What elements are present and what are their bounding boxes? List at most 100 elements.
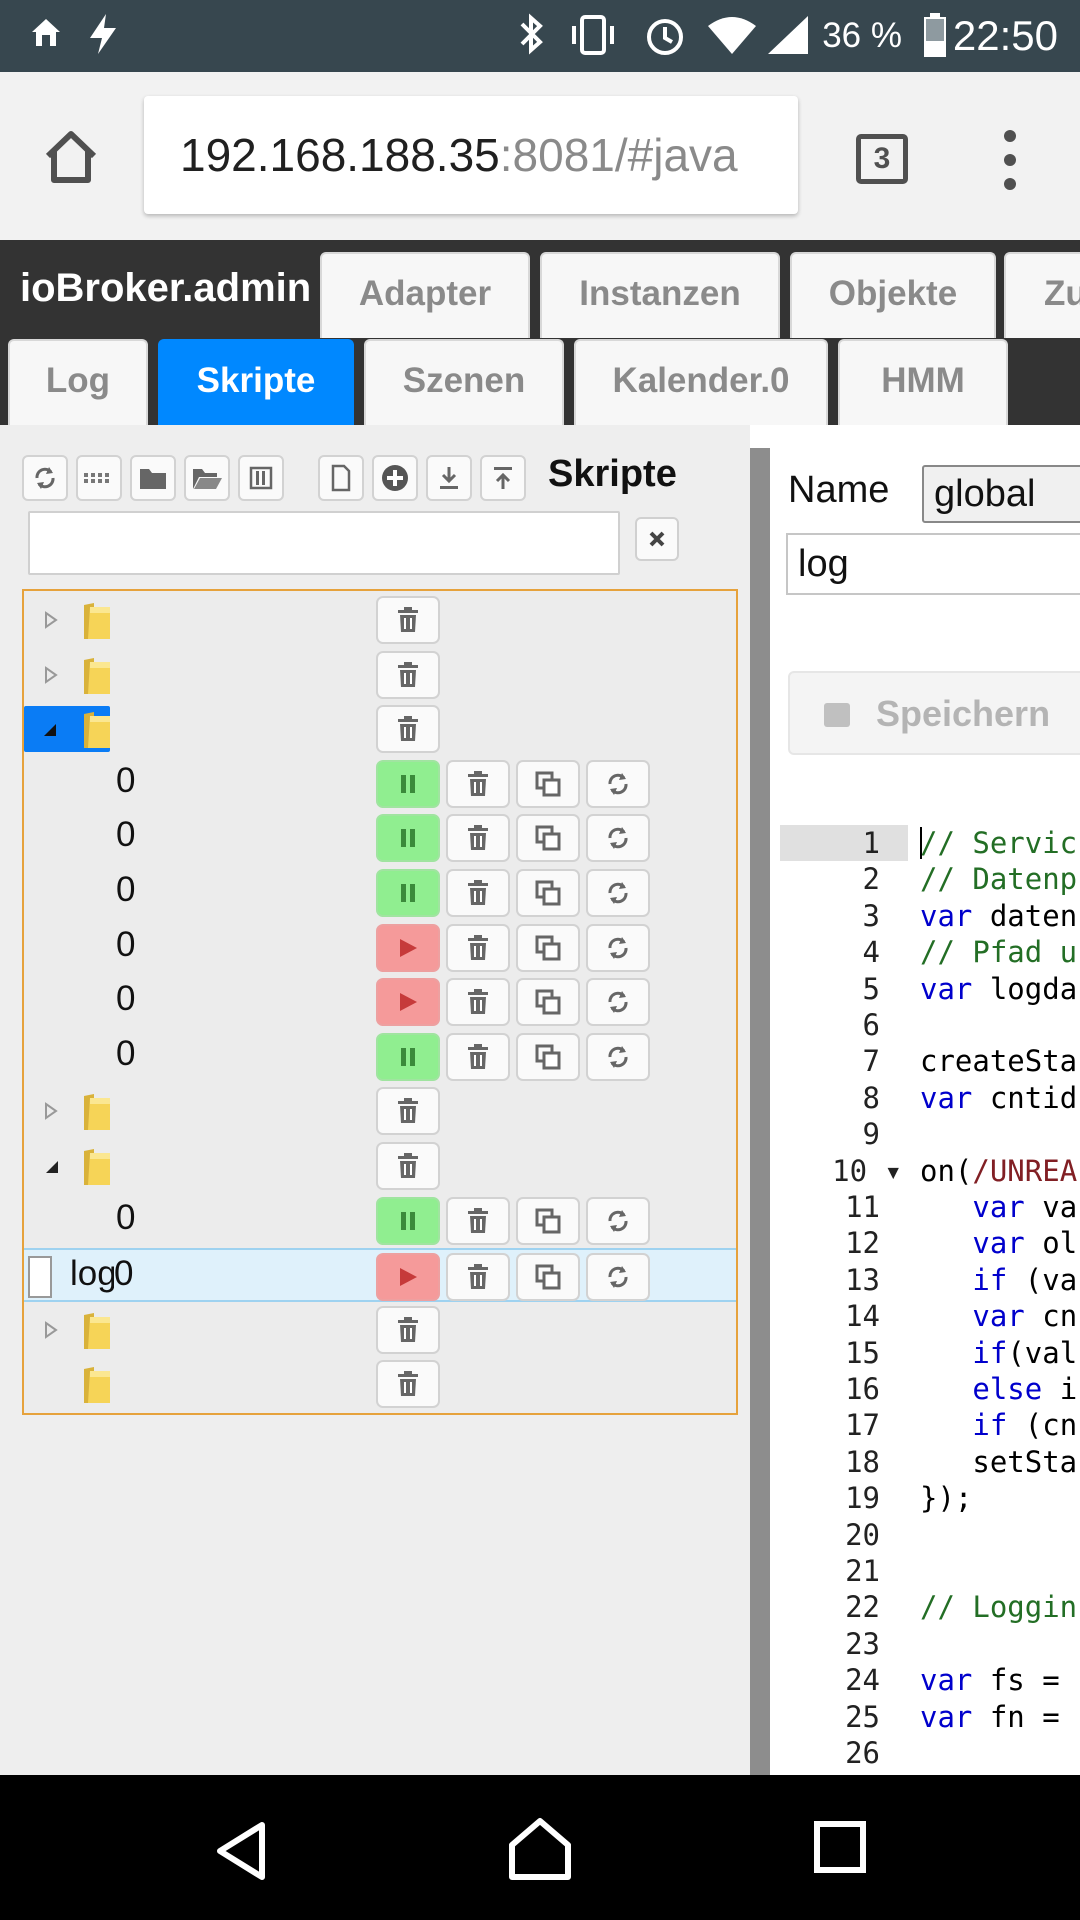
tab-instanzen[interactable]: Instanzen (540, 252, 780, 338)
delete-button[interactable] (376, 650, 440, 699)
tab-switcher-button[interactable]: 3 (856, 134, 908, 184)
new-script-button[interactable] (318, 455, 364, 501)
script-row[interactable]: 0 (24, 1194, 736, 1248)
delete-button[interactable] (446, 1032, 510, 1081)
copy-button[interactable] (516, 869, 580, 917)
address-bar[interactable]: 192.168.188.35:8081/#java (144, 96, 798, 214)
code-editor[interactable]: 1 2 3 4 5 6 7 8 9 10 ▾ 11 12 13 14 15 16 17 18 19 20 21 22 23 2… (780, 825, 1080, 1775)
delete-button[interactable] (446, 759, 510, 808)
copy-button[interactable] (516, 814, 580, 863)
recents-icon[interactable] (812, 1819, 868, 1875)
grid-view-button[interactable] (76, 455, 122, 501)
refresh-button[interactable] (22, 455, 68, 501)
restart-button[interactable] (586, 1253, 650, 1302)
delete-button[interactable] (446, 814, 510, 863)
menu-dots-icon[interactable] (998, 128, 1022, 192)
pause-script-button[interactable] (376, 814, 440, 863)
export-button[interactable] (426, 455, 472, 501)
delete-button[interactable] (376, 1305, 440, 1354)
close-icon (649, 531, 665, 547)
tab-kalender[interactable]: Kalender.0 (574, 339, 828, 425)
delete-button[interactable] (376, 1142, 440, 1190)
script-row[interactable]: log 0 (24, 1248, 736, 1303)
expand-folders-button[interactable] (184, 455, 230, 501)
tree-folder-row[interactable] (24, 593, 736, 647)
expand-arrow-icon[interactable] (36, 1096, 66, 1126)
restart-button[interactable] (586, 923, 650, 972)
delete-button[interactable] (376, 1087, 440, 1136)
import-button[interactable] (480, 455, 526, 501)
engine-select[interactable]: global (922, 465, 1080, 523)
delete-button[interactable] (376, 705, 440, 754)
folder-icon (82, 1311, 112, 1351)
tab-szenen[interactable]: Szenen (364, 339, 564, 425)
restart-button[interactable] (586, 869, 650, 917)
copy-icon (535, 825, 561, 851)
delete-button[interactable] (446, 978, 510, 1027)
restart-button[interactable] (586, 759, 650, 808)
delete-button[interactable] (446, 1196, 510, 1245)
copy-button[interactable] (516, 1196, 580, 1245)
clear-filter-button[interactable] (635, 517, 679, 561)
restart-icon (608, 772, 628, 795)
tree-folder-row[interactable] (24, 1139, 736, 1193)
save-button[interactable]: Speichern (788, 671, 1080, 755)
script-row[interactable]: 0 (24, 975, 736, 1029)
start-script-button[interactable] (376, 978, 440, 1027)
home-icon[interactable] (506, 1815, 574, 1883)
expand-arrow-icon[interactable] (36, 660, 66, 690)
delete-button[interactable] (446, 923, 510, 972)
line-number-gutter: 1 2 3 4 5 6 7 8 9 10 ▾ 11 12 13 14 15 16 17 18 19 20 21 22 23 2… (780, 825, 908, 1775)
start-script-button[interactable] (376, 1253, 440, 1302)
script-row[interactable]: 0 (24, 757, 736, 811)
expand-arrow-icon[interactable] (36, 1315, 66, 1345)
copy-button[interactable] (516, 1032, 580, 1081)
copy-button[interactable] (516, 923, 580, 972)
tab-skripte[interactable]: Skripte (158, 339, 354, 425)
panel-splitter[interactable] (750, 448, 770, 1775)
add-folder-button[interactable] (372, 455, 418, 501)
pause-script-button[interactable] (376, 759, 440, 808)
tree-folder-row[interactable] (24, 648, 736, 702)
tree-folder-row[interactable] (24, 1357, 736, 1411)
tab-adapter[interactable]: Adapter (320, 252, 530, 338)
pause-script-button[interactable] (376, 869, 440, 917)
delete-button[interactable] (376, 1360, 440, 1409)
start-script-button[interactable] (376, 923, 440, 972)
library-button[interactable] (238, 455, 284, 501)
script-row[interactable]: 0 (24, 811, 736, 865)
tab-hmm[interactable]: HMM (838, 339, 1008, 425)
filter-input[interactable] (28, 511, 620, 575)
restart-button[interactable] (586, 978, 650, 1027)
collapse-folders-button[interactable] (130, 455, 176, 501)
tab-objekte[interactable]: Objekte (790, 252, 996, 338)
back-icon[interactable] (212, 1819, 272, 1883)
restart-button[interactable] (586, 814, 650, 863)
script-row[interactable]: 0 (24, 921, 736, 975)
script-name-input[interactable]: log (786, 533, 1080, 595)
collapse-arrow-icon[interactable] (36, 1151, 66, 1181)
script-row[interactable]: 0 (24, 866, 736, 920)
code-line: // Pfad u (920, 935, 1078, 970)
browser-home-icon[interactable] (42, 128, 100, 186)
folder-icon (82, 601, 112, 641)
copy-button[interactable] (516, 759, 580, 808)
tab-log[interactable]: Log (8, 339, 148, 425)
restart-button[interactable] (586, 1196, 650, 1245)
copy-button[interactable] (516, 978, 580, 1027)
delete-button[interactable] (446, 869, 510, 917)
script-row[interactable]: 0 (24, 1030, 736, 1084)
expand-arrow-icon[interactable] (36, 605, 66, 635)
line-number: 19 (845, 1481, 880, 1516)
restart-button[interactable] (586, 1032, 650, 1081)
folder-icon (82, 1092, 112, 1132)
tree-folder-row[interactable] (24, 1303, 736, 1357)
copy-button[interactable] (516, 1253, 580, 1302)
delete-button[interactable] (446, 1253, 510, 1302)
pause-script-button[interactable] (376, 1032, 440, 1081)
pause-script-button[interactable] (376, 1196, 440, 1245)
tree-folder-row[interactable] (24, 702, 736, 756)
delete-button[interactable] (376, 596, 440, 644)
tab-zustaende[interactable]: Zu (1004, 252, 1080, 338)
tree-folder-row[interactable] (24, 1084, 736, 1138)
